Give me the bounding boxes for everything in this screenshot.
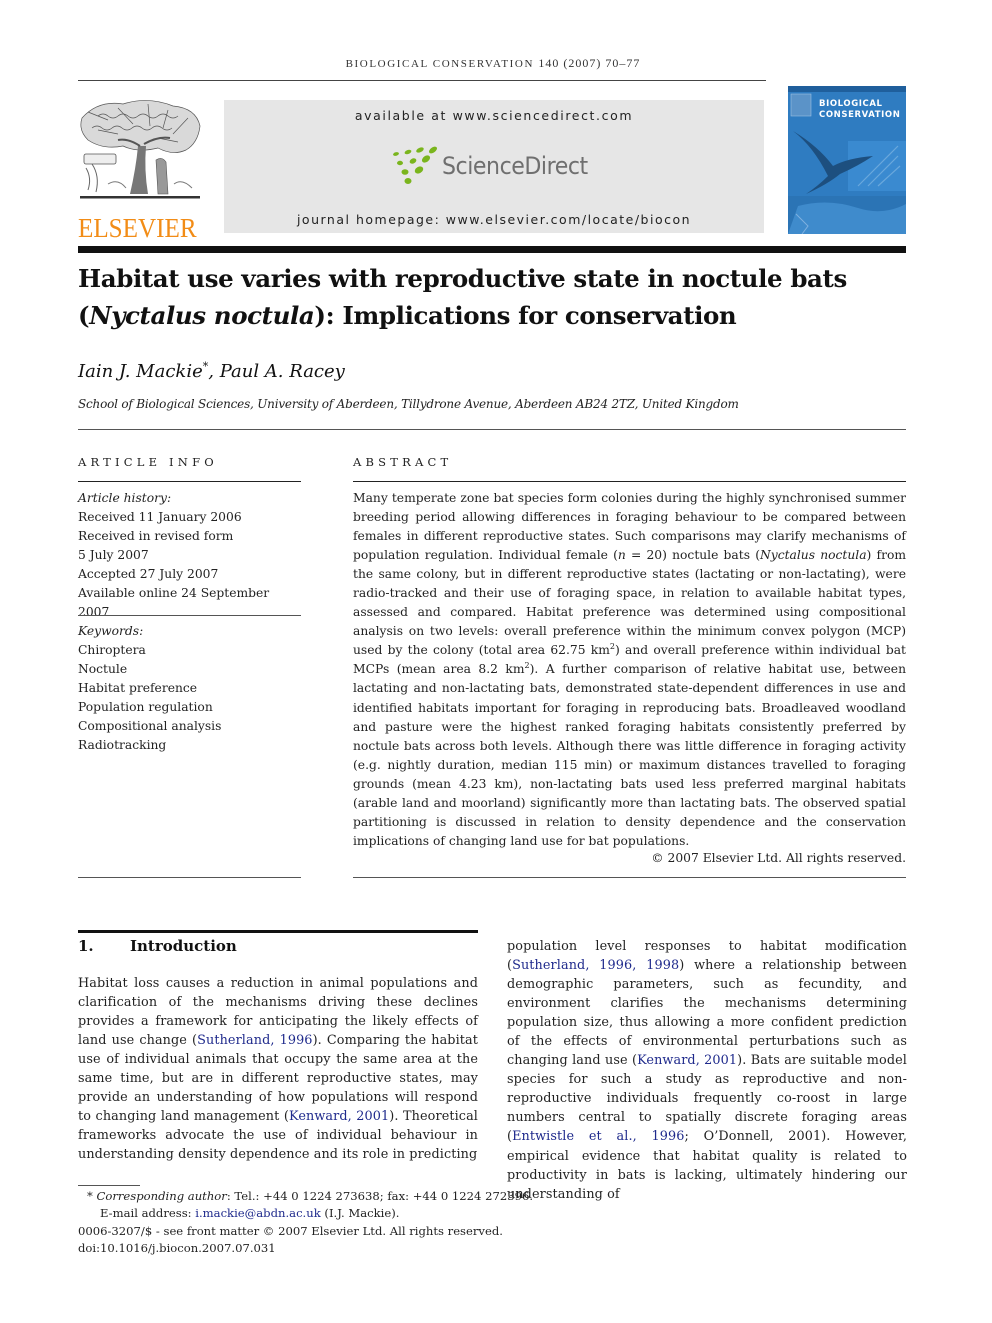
article-history: Article history: Received 11 January 200… (78, 489, 303, 622)
section-number: 1. (78, 937, 94, 955)
sciencedirect-wordmark: ScienceDirect (442, 152, 588, 180)
elsevier-logo[interactable]: ELSEVIER (78, 98, 204, 242)
keyword: Habitat preference (78, 681, 198, 695)
journal-cover[interactable]: BIOLOGICAL CONSERVATION (788, 86, 906, 234)
article-history-label: Article history: (78, 491, 172, 505)
elsevier-wordmark: ELSEVIER (78, 213, 197, 243)
author-name[interactable]: Paul A. Racey (220, 361, 345, 382)
keywords-label: Keywords: (78, 624, 144, 638)
footnote-rule (78, 1185, 140, 1186)
citation-link[interactable]: Entwistle et al., 1996 (512, 1129, 684, 1144)
keyword: Chiroptera (78, 643, 146, 657)
affiliation: School of Biological Sciences, Universit… (78, 397, 739, 411)
citation-link[interactable]: Sutherland, 1996 (197, 1033, 312, 1048)
running-head: BIOLOGICAL CONSERVATION 140 (2007) 70–77 (78, 56, 908, 71)
email-note: E-mail address: i.mackie@abdn.ac.uk (I.J… (100, 1206, 400, 1221)
citation-link[interactable]: Kenward, 2001 (289, 1109, 389, 1124)
corresponding-author-note: * Corresponding author: Tel.: +44 0 1224… (87, 1189, 534, 1203)
citation-link[interactable]: Sutherland, 1996, 1998 (512, 958, 679, 973)
abstract-copyright: © 2007 Elsevier Ltd. All rights reserved… (651, 851, 906, 865)
sciencedirect-dots-icon (393, 146, 437, 184)
divider (78, 429, 906, 430)
history-item: Received in revised form (78, 529, 234, 543)
sciencedirect-availability[interactable]: available at www.sciencedirect.com (224, 108, 764, 123)
author-name[interactable]: Iain J. Mackie (78, 361, 203, 382)
cover-title: BIOLOGICAL CONSERVATION (819, 99, 901, 120)
journal-homepage[interactable]: journal homepage: www.elsevier.com/locat… (224, 212, 764, 227)
author-list: Iain J. Mackie*, Paul A. Racey (78, 360, 345, 382)
keyword: Noctule (78, 662, 128, 676)
elsevier-tree-icon (80, 100, 201, 199)
body-text-left: Habitat loss causes a reduction in anima… (78, 976, 478, 1163)
divider (78, 877, 301, 878)
history-item: Available online 24 September 2007 (78, 586, 270, 619)
masthead-rule (78, 246, 906, 253)
abstract-heading: ABSTRACT (353, 455, 453, 469)
species-name: Nyctalus noctula (89, 301, 315, 330)
citation-link[interactable]: Kenward, 2001 (637, 1053, 737, 1068)
keywords: Keywords: Chiroptera Noctule Habitat pre… (78, 622, 303, 755)
section-title: Introduction (130, 937, 237, 955)
history-item: Accepted 27 July 2007 (78, 567, 219, 581)
divider (353, 877, 906, 878)
body-text-right: population level responses to habitat mo… (507, 939, 908, 1202)
front-matter-note: 0006-3207/$ - see front matter © 2007 El… (78, 1223, 503, 1238)
history-item: 5 July 2007 (78, 548, 149, 562)
journal-name: BIOLOGICAL CONSERVATION (345, 58, 535, 70)
keyword: Population regulation (78, 700, 213, 714)
sciencedirect-banner: available at www.sciencedirect.com Scien… (224, 100, 764, 233)
divider (78, 615, 301, 616)
section-rule (78, 930, 478, 933)
footnotes: * Corresponding author: Tel.: +44 0 1224… (78, 1188, 598, 1258)
divider (78, 481, 301, 482)
keyword: Compositional analysis (78, 719, 222, 733)
keyword: Radiotracking (78, 738, 167, 752)
abstract-text: Many temperate zone bat species form col… (353, 491, 907, 848)
email-link[interactable]: i.mackie@abdn.ac.uk (195, 1206, 320, 1220)
divider (353, 481, 906, 482)
article-info-heading: ARTICLE INFO (78, 455, 218, 469)
doi[interactable]: doi:10.1016/j.biocon.2007.07.031 (78, 1240, 598, 1257)
header-rule (78, 80, 766, 81)
section-heading: 1. Introduction (78, 937, 237, 955)
volume-pages: 140 (2007) 70–77 (538, 56, 641, 70)
history-item: Received 11 January 2006 (78, 510, 242, 524)
sciencedirect-logo[interactable]: ScienceDirect (390, 146, 600, 186)
article-title: Habitat use varies with reproductive sta… (78, 264, 847, 330)
